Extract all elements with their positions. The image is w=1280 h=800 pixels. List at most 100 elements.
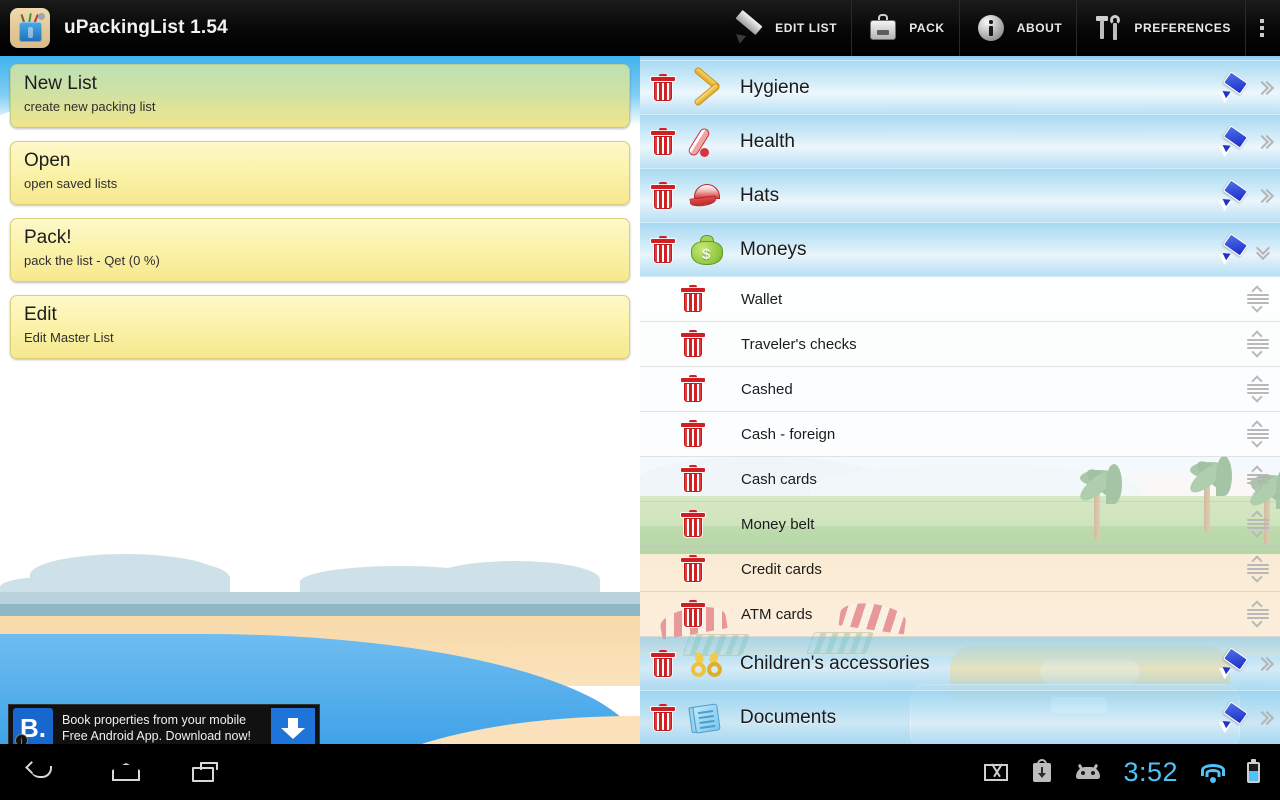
delete-icon[interactable] — [680, 285, 706, 313]
chevron-down-icon[interactable] — [1254, 239, 1274, 261]
menu-item-pack[interactable]: Pack! pack the list - Qet (0 %) — [10, 218, 630, 282]
ad-logo: B. i — [13, 708, 53, 748]
chevron-right-icon[interactable] — [1254, 653, 1274, 675]
action-pack-label: PACK — [909, 21, 945, 35]
menu-item-open[interactable]: Open open saved lists — [10, 141, 630, 205]
overflow-menu-icon[interactable] — [1245, 0, 1280, 56]
list-item[interactable]: Credit cards — [640, 547, 1280, 592]
drag-handle-icon[interactable] — [1246, 509, 1270, 539]
delete-icon[interactable] — [680, 510, 706, 538]
list-item[interactable]: Wallet — [640, 277, 1280, 322]
edit-pencil-icon[interactable] — [1215, 646, 1250, 679]
main-menu: New List create new packing list Open op… — [0, 56, 640, 380]
back-icon[interactable] — [24, 752, 64, 792]
list-item-label: Wallet — [741, 290, 783, 308]
drag-handle-icon[interactable] — [1246, 374, 1270, 404]
list-item-label: Cash - foreign — [741, 425, 836, 443]
tools-icon — [1091, 11, 1125, 45]
category-label: Hats — [740, 184, 780, 206]
delete-icon[interactable] — [680, 465, 706, 493]
menu-item-pack-subtitle: pack the list - Qet (0 %) — [24, 253, 160, 268]
action-about[interactable]: ABOUT — [958, 0, 1077, 56]
category-row-hygiene[interactable]: Hygiene — [640, 61, 1280, 115]
edit-pencil-icon[interactable] — [1215, 700, 1250, 733]
delete-icon[interactable] — [680, 420, 706, 448]
gmail-icon[interactable] — [983, 759, 1009, 785]
chevron-right-icon[interactable] — [1254, 131, 1274, 153]
delete-icon[interactable] — [680, 555, 706, 583]
action-bar: uPackingList 1.54 EDIT LIST PACK ABOUT P… — [0, 0, 1280, 56]
android-icon[interactable] — [1075, 759, 1101, 785]
ad-text: Book properties from your mobile Free An… — [62, 712, 271, 744]
edit-pencil-icon[interactable] — [1215, 178, 1250, 211]
home-icon[interactable] — [106, 752, 146, 792]
delete-icon[interactable] — [650, 73, 676, 102]
list-item-label: Traveler's checks — [741, 335, 857, 353]
recents-icon[interactable] — [188, 752, 228, 792]
delete-icon[interactable] — [650, 235, 676, 264]
delete-icon[interactable] — [650, 127, 676, 156]
ad-line-2: Free Android App. Download now! — [62, 729, 252, 743]
delete-icon[interactable] — [650, 703, 676, 732]
category-label: Children's accessories — [740, 652, 930, 674]
menu-item-new-list[interactable]: New List create new packing list — [10, 64, 630, 128]
drag-handle-icon[interactable] — [1246, 599, 1270, 629]
category-row-hats[interactable]: Hats — [640, 169, 1280, 223]
battery-icon[interactable] — [1246, 759, 1262, 785]
drag-handle-icon[interactable] — [1246, 554, 1270, 584]
category-row-documents[interactable]: Documents — [640, 691, 1280, 744]
drag-handle-icon[interactable] — [1246, 284, 1270, 314]
list-item[interactable]: Cash cards — [640, 457, 1280, 502]
drag-handle-icon[interactable] — [1246, 329, 1270, 359]
category-row-childrens-accessories[interactable]: Children's accessories — [640, 637, 1280, 691]
list-item[interactable]: ATM cards — [640, 592, 1280, 637]
list-item[interactable]: Traveler's checks — [640, 322, 1280, 367]
delete-icon[interactable] — [680, 330, 706, 358]
drag-handle-icon[interactable] — [1246, 464, 1270, 494]
chevron-right-icon[interactable] — [1254, 185, 1274, 207]
money-bag-icon: $ — [688, 233, 728, 267]
action-edit-list-label: EDIT LIST — [775, 21, 838, 35]
delete-icon[interactable] — [680, 600, 706, 628]
list-item-label: Cashed — [741, 380, 793, 398]
hat-icon — [688, 179, 728, 213]
edit-pencil-icon[interactable] — [1215, 70, 1250, 103]
action-preferences-label: PREFERENCES — [1134, 21, 1231, 35]
chevron-right-icon[interactable] — [1254, 707, 1274, 729]
app-icon — [10, 8, 50, 48]
play-download-icon[interactable] — [1029, 759, 1055, 785]
app-screen: uPackingList 1.54 EDIT LIST PACK ABOUT P… — [0, 0, 1280, 800]
delete-icon[interactable] — [680, 375, 706, 403]
wifi-icon[interactable] — [1200, 761, 1226, 783]
chevron-right-icon[interactable] — [1254, 77, 1274, 99]
pencil-icon — [732, 9, 766, 45]
category-row-health[interactable]: Health — [640, 115, 1280, 169]
action-preferences[interactable]: PREFERENCES — [1076, 0, 1245, 56]
list-item-label: ATM cards — [741, 605, 813, 623]
list-item[interactable]: Money belt — [640, 502, 1280, 547]
delete-icon[interactable] — [650, 181, 676, 210]
menu-item-new-list-title: New List — [24, 73, 97, 94]
category-row-moneys[interactable]: $ Moneys — [640, 223, 1280, 277]
action-pack[interactable]: PACK — [851, 0, 959, 56]
packing-list-rows: Hygiene Health Hats $ Moneys Wallet Trav… — [640, 56, 1280, 744]
menu-item-edit-subtitle: Edit Master List — [24, 330, 114, 345]
info-icon — [974, 11, 1008, 45]
packing-list-pane: Hygiene Health Hats $ Moneys Wallet Trav… — [640, 56, 1280, 744]
drag-handle-icon[interactable] — [1246, 419, 1270, 449]
ad-line-1: Book properties from your mobile — [62, 713, 247, 727]
category-label: Documents — [740, 706, 837, 728]
list-item-label: Money belt — [741, 515, 815, 533]
menu-item-edit[interactable]: Edit Edit Master List — [10, 295, 630, 359]
delete-icon[interactable] — [650, 649, 676, 678]
download-arrow-icon[interactable] — [271, 708, 315, 748]
list-item[interactable]: Cash - foreign — [640, 412, 1280, 457]
edit-pencil-icon[interactable] — [1215, 232, 1250, 265]
action-edit-list[interactable]: EDIT LIST — [718, 0, 851, 56]
list-item[interactable]: Cashed — [640, 367, 1280, 412]
edit-pencil-icon[interactable] — [1215, 124, 1250, 157]
app-title: uPackingList 1.54 — [64, 17, 228, 38]
menu-item-open-subtitle: open saved lists — [24, 176, 118, 191]
status-clock[interactable]: 3:52 — [1123, 757, 1178, 788]
nav-buttons — [24, 752, 228, 792]
